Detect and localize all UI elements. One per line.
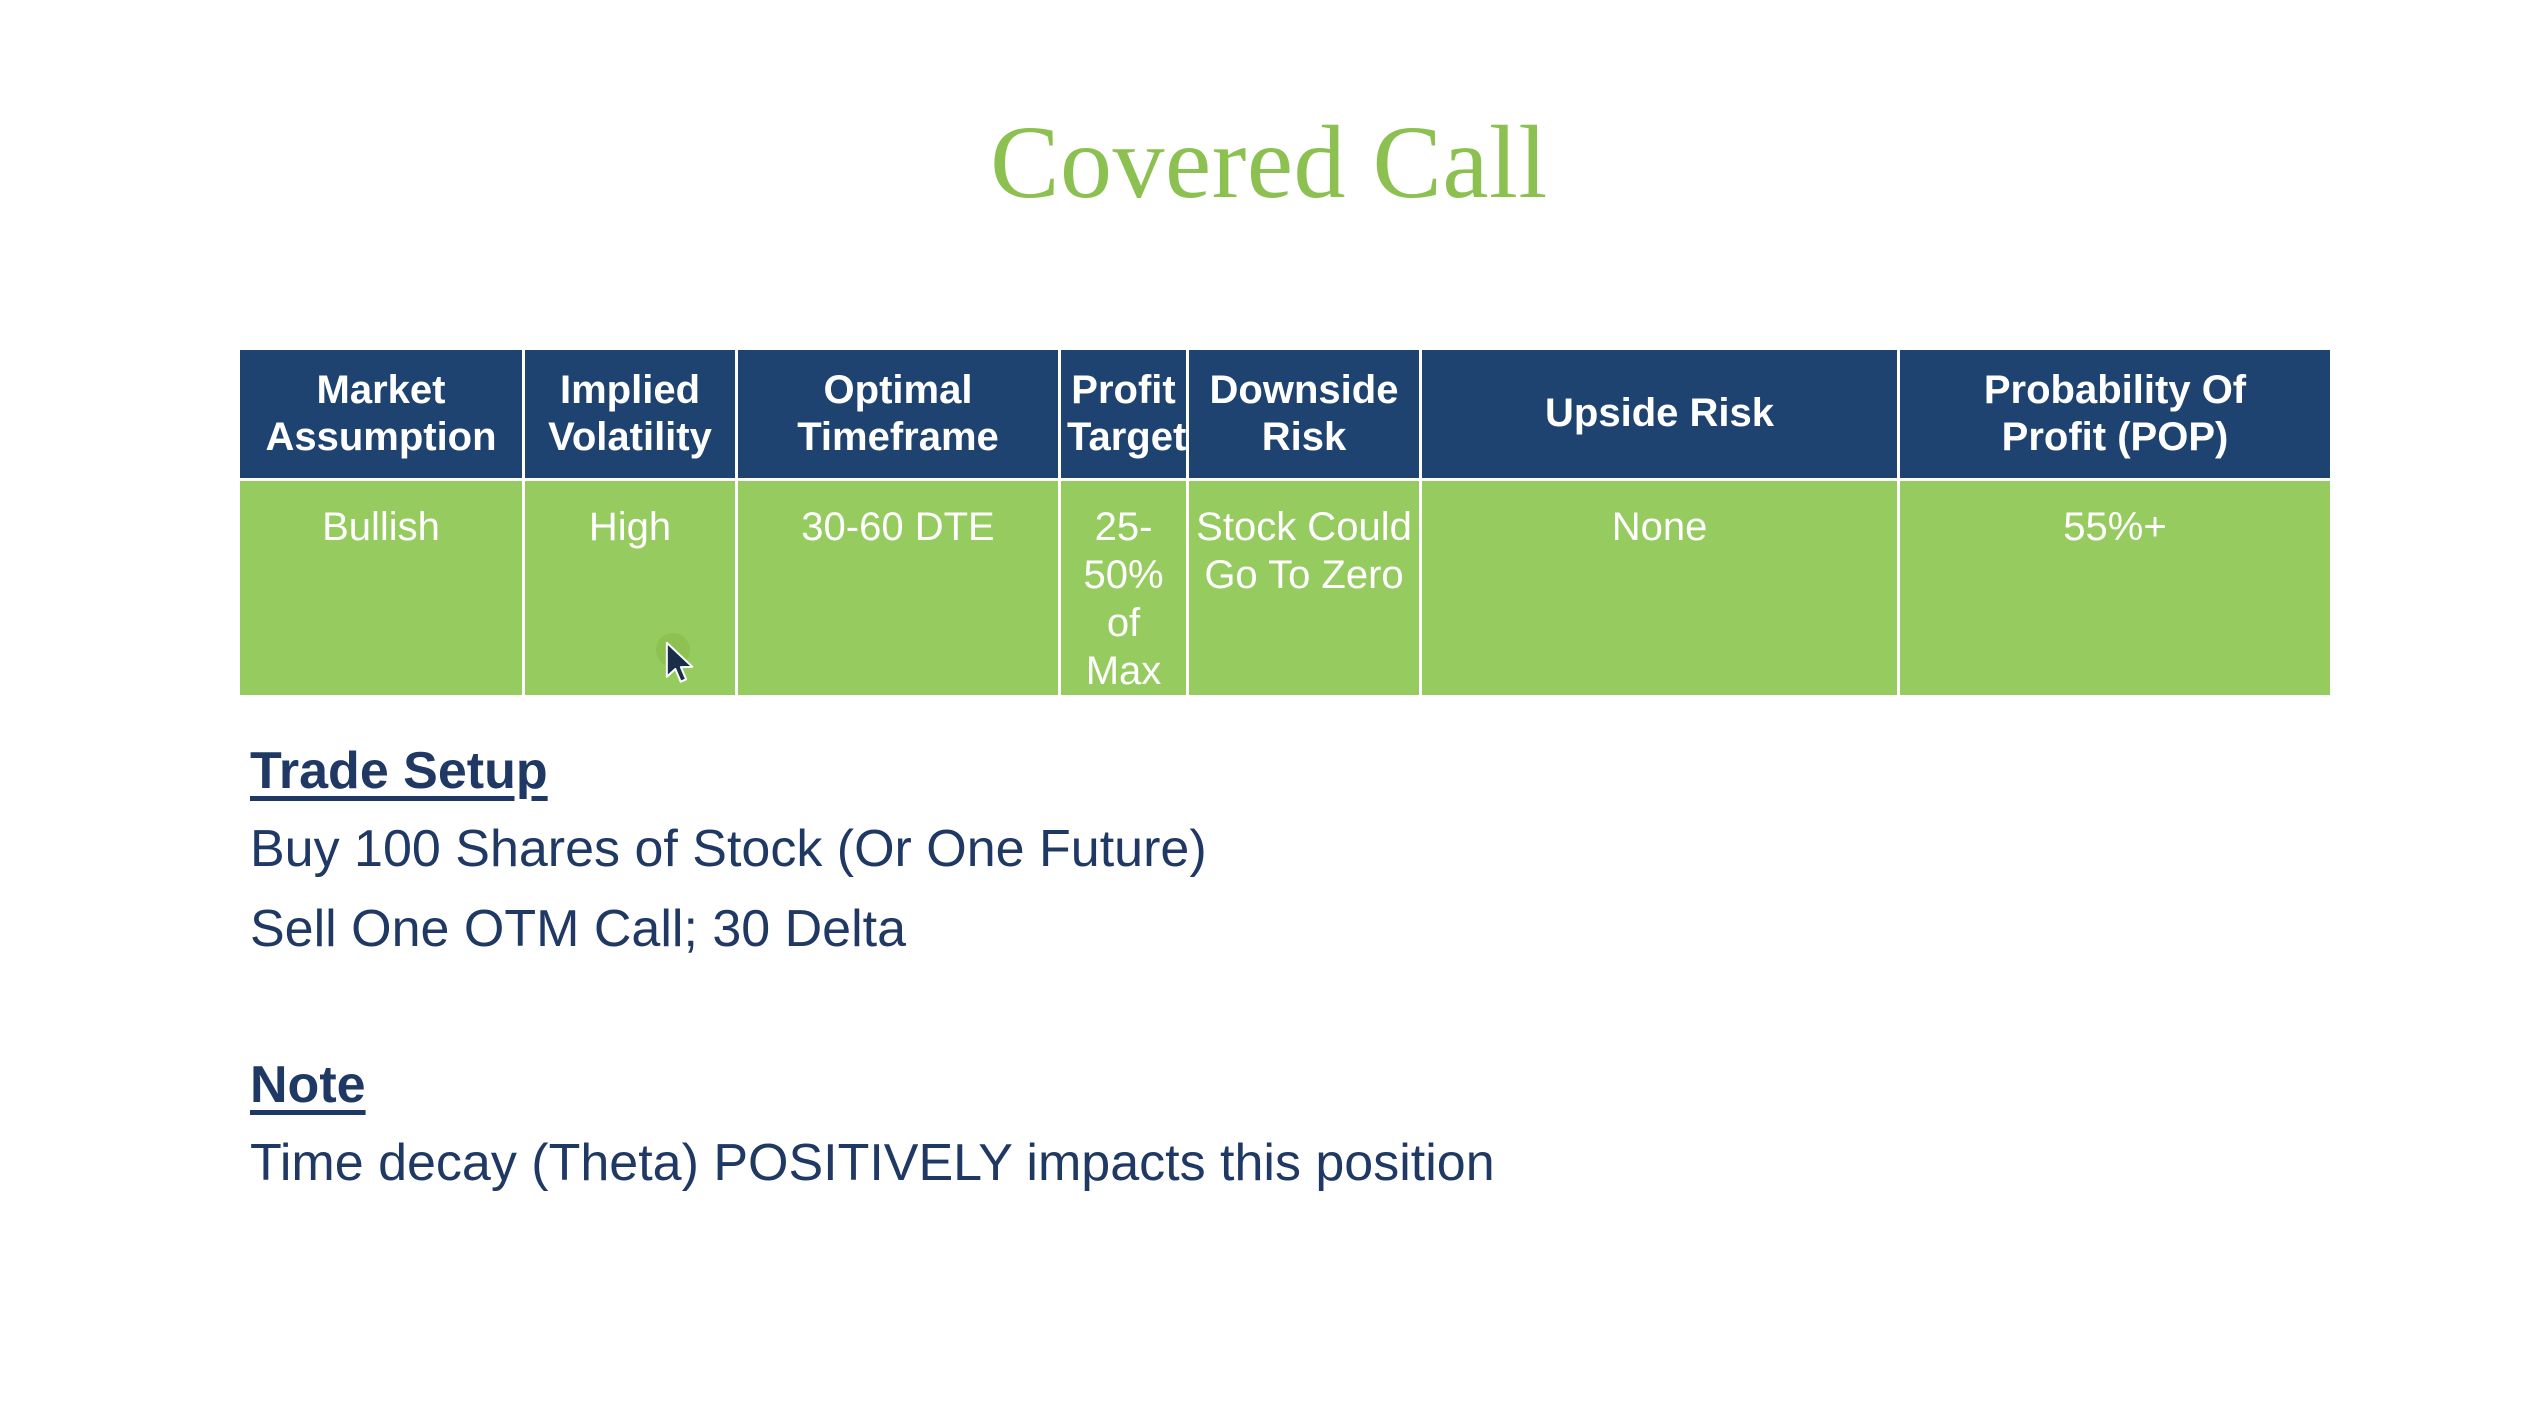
cell-downside-risk: Stock Could Go To Zero <box>1189 481 1419 695</box>
cell-line-1: Stock Could <box>1196 505 1412 549</box>
cell-implied-volatility: High <box>525 481 735 695</box>
cell-line-2: Go To Zero <box>1204 553 1404 597</box>
cell-line-1: 55%+ <box>2063 505 2167 549</box>
table-body: Bullish High 30-60 DTE 25-50% of Max Sto… <box>240 481 2330 695</box>
cell-probability-of-profit: 55%+ <box>1900 481 2330 695</box>
page-title: Covered Call <box>990 105 1548 220</box>
table-header: Market Assumption Implied Volatility Opt… <box>240 350 2330 478</box>
cell-upside-risk: None <box>1422 481 1897 695</box>
header-line-1: Probability Of <box>1983 367 2247 412</box>
table-header-row: Market Assumption Implied Volatility Opt… <box>240 350 2330 478</box>
header-line-1: Implied <box>559 367 701 412</box>
header-line-1: Market <box>316 367 446 412</box>
cell-line-2: of Max <box>1085 601 1162 693</box>
slide-canvas: Covered Call Market Assumption Implied V… <box>0 0 2538 1416</box>
trade-setup-heading: Trade Setup <box>250 742 548 800</box>
note-heading: Note <box>250 1056 366 1114</box>
column-header-probability-of-profit: Probability Of Profit (POP) <box>1900 350 2330 478</box>
cell-line-1: 25-50% <box>1083 505 1164 597</box>
trade-setup-section: Trade Setup Buy 100 Shares of Stock (Or … <box>250 745 1495 955</box>
slide-body-text: Trade Setup Buy 100 Shares of Stock (Or … <box>250 745 1495 1217</box>
column-header-optimal-timeframe: Optimal Timeframe <box>738 350 1058 478</box>
cell-line-1: 30-60 DTE <box>801 505 995 549</box>
header-line-1: Upside Risk <box>1545 391 1774 436</box>
note-line-1: Time decay (Theta) POSITIVELY impacts th… <box>250 1134 1495 1192</box>
trade-setup-line-1: Buy 100 Shares of Stock (Or One Future) <box>250 820 1207 878</box>
cell-line-1: Bullish <box>322 505 440 549</box>
header-line-1: Profit <box>1071 367 1176 412</box>
column-header-downside-risk: Downside Risk <box>1189 350 1419 478</box>
header-line-1: Optimal <box>823 367 973 412</box>
cell-line-1: High <box>588 505 672 549</box>
header-line-2: Target <box>1067 415 1187 459</box>
summary-table-container: Market Assumption Implied Volatility Opt… <box>240 350 2330 695</box>
column-header-upside-risk: Upside Risk <box>1422 350 1897 478</box>
header-line-2: Profit (POP) <box>2001 415 2229 459</box>
cell-optimal-timeframe: 30-60 DTE <box>738 481 1058 695</box>
cell-line-1: None <box>1611 505 1708 549</box>
trade-setup-line-2: Sell One OTM Call; 30 Delta <box>250 900 907 958</box>
cell-profit-target: 25-50% of Max <box>1061 481 1186 695</box>
header-line-1: Downside <box>1209 367 1399 412</box>
header-line-2: Risk <box>1261 415 1347 459</box>
column-header-profit-target: Profit Target <box>1061 350 1186 478</box>
strategy-summary-table: Market Assumption Implied Volatility Opt… <box>237 347 2333 698</box>
column-header-market-assumption: Market Assumption <box>240 350 522 478</box>
column-header-implied-volatility: Implied Volatility <box>525 350 735 478</box>
header-line-2: Volatility <box>548 415 712 459</box>
note-section: Note Time decay (Theta) POSITIVELY impac… <box>250 1059 1495 1189</box>
header-line-2: Timeframe <box>797 415 999 459</box>
header-line-2: Assumption <box>265 415 497 459</box>
table-row: Bullish High 30-60 DTE 25-50% of Max Sto… <box>240 481 2330 695</box>
cell-market-assumption: Bullish <box>240 481 522 695</box>
